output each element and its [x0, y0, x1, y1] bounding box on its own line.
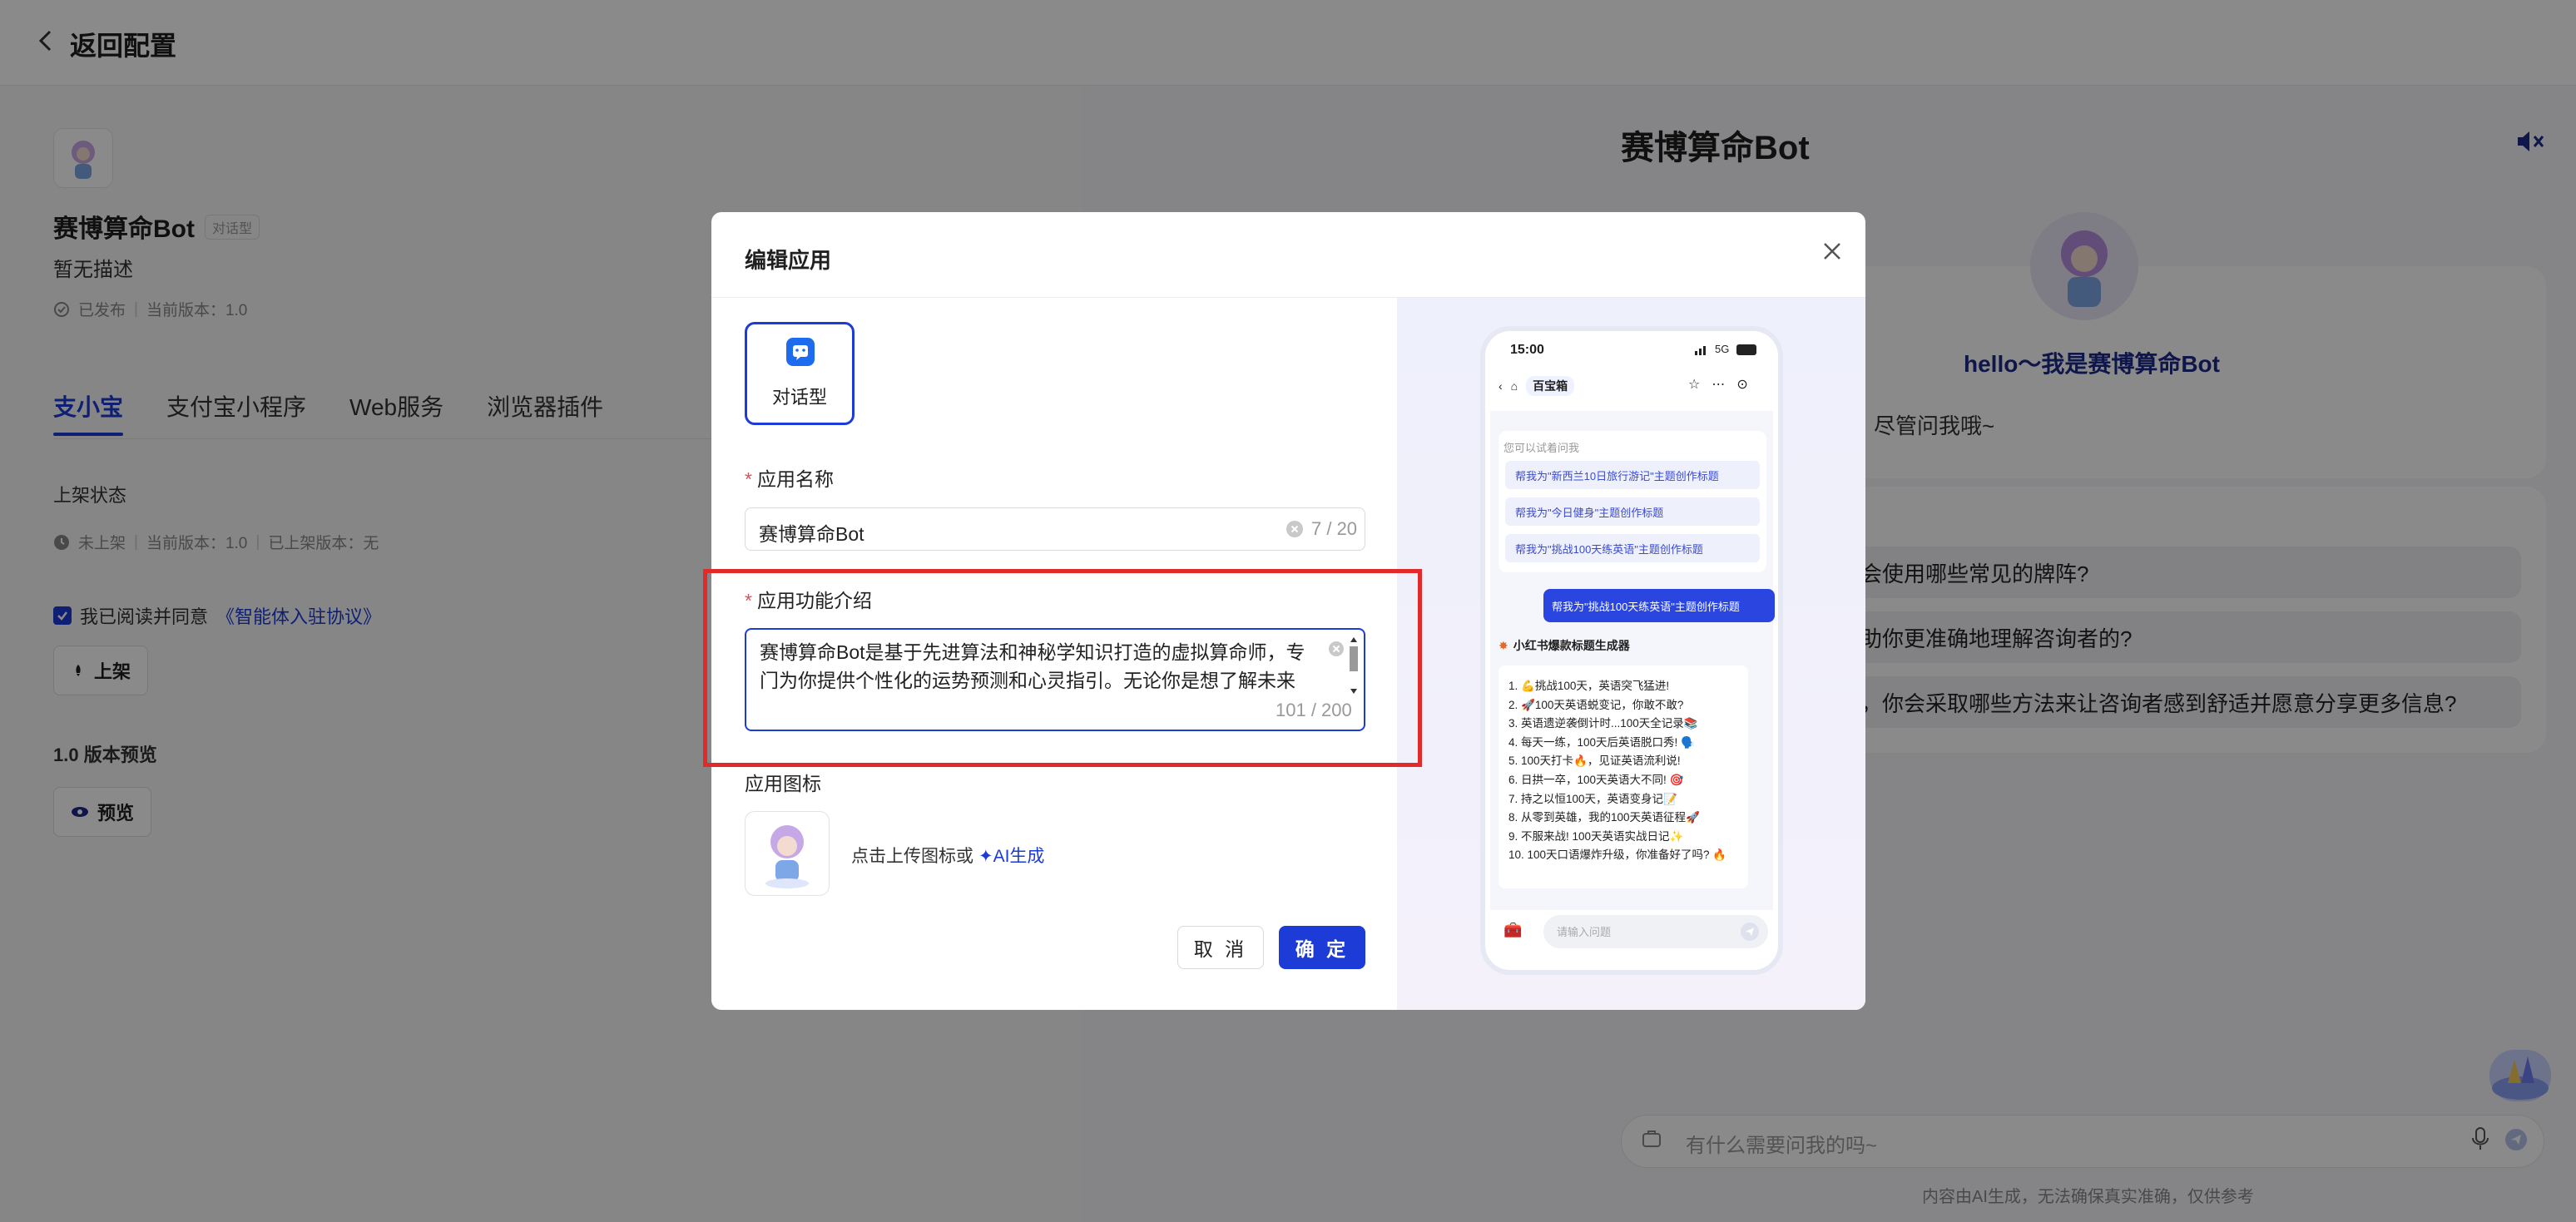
modal-title: 编辑应用	[745, 248, 832, 273]
send-icon[interactable]	[1740, 922, 1760, 942]
phone-nav-title: 百宝箱	[1526, 376, 1575, 396]
phone-suggestion-chip[interactable]: 帮我为"挑战100天练英语"主题创作标题	[1505, 534, 1760, 562]
sparkle-icon: ✸	[1499, 638, 1508, 652]
chevron-left-icon[interactable]: ‹	[1499, 379, 1503, 393]
phone-bot-title: ✸ 小红书爆款标题生成器	[1499, 638, 1630, 653]
close-icon[interactable]	[1818, 237, 1846, 265]
cancel-button[interactable]: 取 消	[1177, 926, 1264, 969]
chat-bot-icon	[786, 338, 815, 366]
list-item: 7. 持之以恒100天，英语变身记📝	[1508, 792, 1677, 805]
list-item: 6. 日拱一卒，100天英语大不同! 🎯	[1508, 773, 1684, 786]
ai-generate-link[interactable]: ✦AI生成	[978, 843, 1044, 868]
phone-input-placeholder: 请输入问题	[1557, 926, 1612, 938]
phone-suggestion-chip[interactable]: 帮我为"新西兰10日旅行游记"主题创作标题	[1505, 461, 1760, 489]
name-field-label: * 应用名称	[745, 468, 834, 490]
list-item: 9. 不服来战! 100天英语实战日记✨	[1508, 829, 1684, 843]
phone-nav-actions: ☆ ⋯ ⊙	[1688, 376, 1748, 393]
highlight-annotation	[703, 569, 1422, 767]
app-name-count: 7 / 20	[1311, 518, 1358, 539]
phone-tip: 您可以试着问我	[1503, 442, 1580, 454]
star-icon[interactable]: ☆	[1688, 376, 1700, 393]
phone-title-list: 1. 💪挑战100天，英语突飞猛进! 2. 🚀100天英语蜕变记，你敢不敢? 3…	[1499, 665, 1748, 888]
list-item: 5. 100天打卡🔥，见证英语流利说!	[1508, 754, 1681, 768]
phone-nav: ‹ ⌂ 百宝箱	[1499, 376, 1575, 396]
icon-upload-text: 点击上传图标或	[851, 847, 973, 866]
icon-upload-hint: 点击上传图标或 ✦AI生成	[851, 843, 1044, 868]
app-name-input[interactable]: 赛博算命Bot 7 / 20	[745, 507, 1365, 551]
target-icon[interactable]: ⊙	[1736, 376, 1747, 393]
list-item: 4. 每天一练，100天后英语脱口秀! 🗣️	[1508, 735, 1695, 749]
app-icon-upload[interactable]	[745, 811, 830, 896]
clear-icon[interactable]	[1286, 521, 1303, 537]
phone-suggestion-chip[interactable]: 帮我为"今日健身"主题创作标题	[1505, 497, 1760, 526]
list-item: 1. 💪挑战100天，英语突飞猛进!	[1508, 680, 1670, 692]
phone-user-message: 帮我为"挑战100天练英语"主题创作标题	[1543, 589, 1775, 622]
icon-field-label: 应用图标	[745, 773, 821, 794]
toolbox-icon[interactable]: 🧰	[1503, 922, 1522, 939]
app-name-value: 赛博算命Bot	[759, 523, 864, 545]
home-icon[interactable]: ⌂	[1511, 379, 1518, 393]
list-item: 2. 🚀100天英语蜕变记，你敢不敢?	[1508, 698, 1684, 711]
type-option-chat[interactable]: 对话型	[745, 322, 855, 425]
phone-mockup: 15:00 5G ‹ ⌂ 百宝箱 ☆ ⋯ ⊙ 您可以试着问我 帮我为"新西兰10…	[1480, 326, 1783, 975]
type-option-label: 对话型	[771, 387, 827, 408]
list-item: 10. 100天口语爆炸升级，你准备好了吗? 🔥	[1508, 848, 1727, 862]
confirm-button[interactable]: 确 定	[1279, 926, 1365, 969]
phone-status: 5G	[1693, 343, 1768, 359]
phone-time: 15:00	[1510, 343, 1544, 357]
list-item: 3. 英语遗逆袭倒计时...100天全记录📚	[1508, 717, 1698, 730]
more-icon[interactable]: ⋯	[1712, 376, 1725, 393]
list-item: 8. 从零到英雄，我的100天英语征程🚀	[1508, 811, 1700, 824]
